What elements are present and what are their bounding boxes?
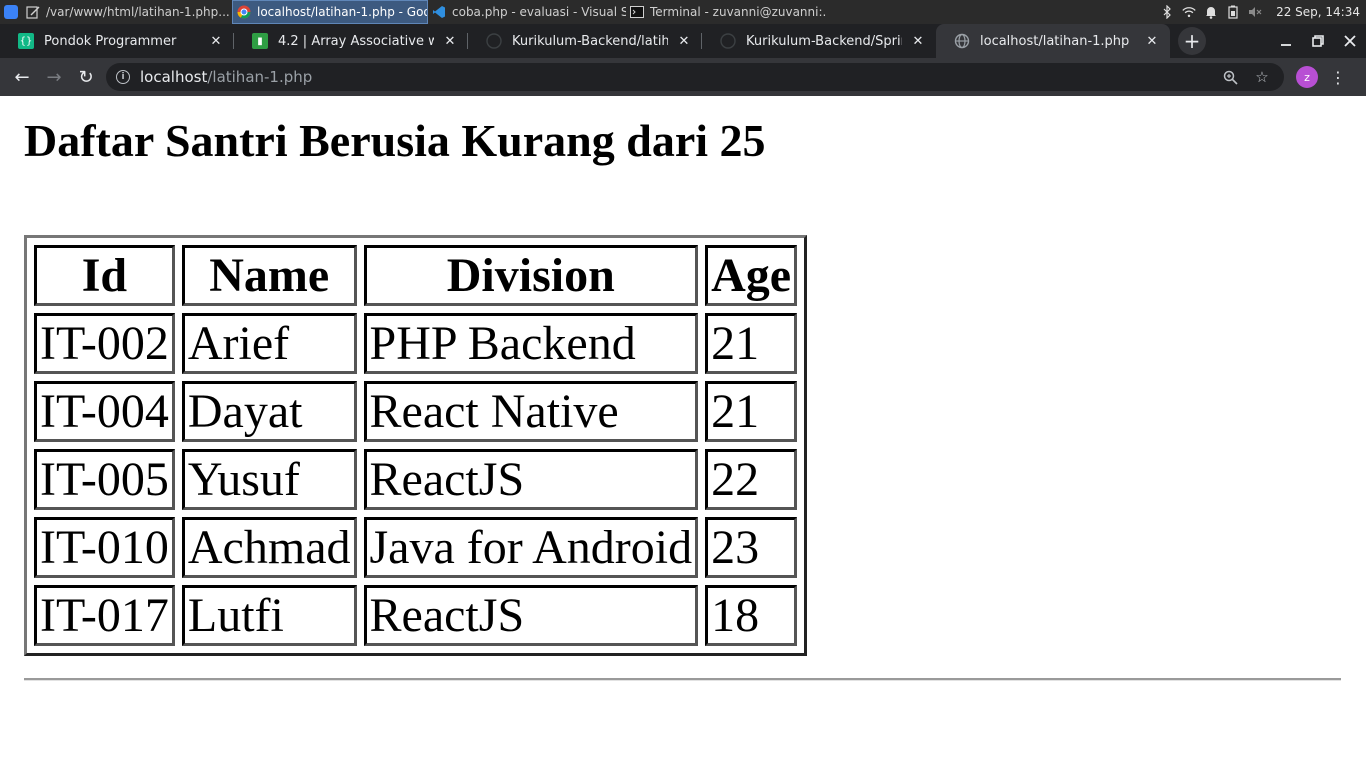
cell-id: IT-010 — [34, 517, 175, 578]
santri-table: Id Name Division Age IT-002 Arief PHP Ba… — [24, 235, 808, 656]
forward-arrow-icon[interactable]: → — [38, 61, 70, 93]
header-name: Name — [181, 245, 357, 306]
globe-icon — [954, 33, 970, 49]
horizontal-rule — [24, 678, 1341, 681]
close-window-icon[interactable] — [1334, 24, 1366, 58]
taskbar-app-label: coba.php - evaluasi - Visual S... — [452, 5, 626, 19]
cell-age: 21 — [705, 381, 798, 442]
cell-division: ReactJS — [363, 585, 699, 646]
reload-icon[interactable]: ↻ — [70, 61, 102, 93]
tab-title: Kurikulum-Backend/latihan-1.p — [512, 33, 668, 49]
cell-division: ReactJS — [363, 449, 699, 510]
clock[interactable]: 22 Sep, 14:34 — [1276, 5, 1360, 19]
tab-kurikulum-latihan[interactable]: Kurikulum-Backend/latihan-1.p ✕ — [468, 24, 702, 58]
tab-array-associative[interactable]: ▮ 4.2 | Array Associative with Fu ✕ — [234, 24, 468, 58]
back-arrow-icon[interactable]: ← — [6, 61, 38, 93]
chrome-icon — [237, 5, 251, 19]
table-row: IT-010 Achmad Java for Android 23 — [34, 517, 798, 578]
cell-division: React Native — [363, 381, 699, 442]
page-content: Daftar Santri Berusia Kurang dari 25 Id … — [0, 96, 1366, 768]
cell-id: IT-002 — [34, 313, 175, 374]
cell-name: Dayat — [181, 381, 357, 442]
cell-age: 23 — [705, 517, 798, 578]
cell-id: IT-017 — [34, 585, 175, 646]
system-tray: 22 Sep, 14:34 — [1160, 5, 1366, 19]
header-division: Division — [363, 245, 699, 306]
tab-localhost-latihan[interactable]: localhost/latihan-1.php ✕ — [936, 24, 1170, 58]
tab-kurikulum-sprint[interactable]: Kurikulum-Backend/Sprint-3/T ✕ — [702, 24, 936, 58]
header-id: Id — [34, 245, 175, 306]
taskbar-app-label: localhost/latihan-1.php - Goo... — [257, 5, 428, 19]
notification-bell-icon[interactable] — [1204, 5, 1218, 19]
close-icon[interactable]: ✕ — [910, 34, 926, 49]
battery-icon[interactable] — [1226, 5, 1240, 19]
url-text[interactable]: localhost/latihan-1.php — [140, 68, 1210, 86]
app-launcher-button[interactable] — [0, 0, 22, 24]
terminal-icon — [630, 5, 644, 19]
taskbar-app-vscode[interactable]: coba.php - evaluasi - Visual S... — [428, 0, 626, 24]
pondok-favicon: {} — [18, 33, 34, 49]
url-path: /latihan-1.php — [207, 68, 313, 86]
cell-age: 18 — [705, 585, 798, 646]
cell-id: IT-005 — [34, 449, 175, 510]
page-title: Daftar Santri Berusia Kurang dari 25 — [24, 115, 766, 166]
tab-title: Pondok Programmer — [44, 33, 177, 49]
address-bar[interactable]: i localhost/latihan-1.php ☆ — [106, 63, 1284, 91]
bookmark-star-icon[interactable]: ☆ — [1250, 65, 1274, 89]
wifi-icon[interactable] — [1182, 5, 1196, 19]
cell-age: 22 — [705, 449, 798, 510]
avatar[interactable]: z — [1296, 66, 1318, 88]
cell-name: Arief — [181, 313, 357, 374]
launcher-icon — [4, 5, 18, 19]
cell-age: 21 — [705, 313, 798, 374]
table-header-row: Id Name Division Age — [34, 245, 798, 306]
tab-pondok-programmer[interactable]: {} Pondok Programmer ✕ — [0, 24, 234, 58]
github-icon — [486, 33, 502, 49]
close-icon[interactable]: ✕ — [208, 34, 224, 49]
table-row: IT-005 Yusuf ReactJS 22 — [34, 449, 798, 510]
window-controls — [1270, 24, 1366, 58]
minimize-icon[interactable] — [1270, 24, 1302, 58]
browser-toolbar: ← → ↻ i localhost/latihan-1.php ☆ z ⋮ — [0, 58, 1366, 96]
github-icon — [720, 33, 736, 49]
os-taskbar: /var/www/html/latihan-1.php... localhost… — [0, 0, 1366, 24]
text-editor-icon — [26, 5, 40, 19]
taskbar-app-editor[interactable]: /var/www/html/latihan-1.php... — [22, 0, 232, 24]
table-row: IT-002 Arief PHP Backend 21 — [34, 313, 798, 374]
cell-id: IT-004 — [34, 381, 175, 442]
close-icon[interactable]: ✕ — [1144, 34, 1160, 49]
kebab-menu-icon[interactable]: ⋮ — [1326, 65, 1350, 89]
cell-division: Java for Android — [363, 517, 699, 578]
url-host: localhost — [140, 68, 208, 86]
zoom-icon[interactable] — [1218, 65, 1242, 89]
header-age: Age — [705, 245, 798, 306]
cell-name: Yusuf — [181, 449, 357, 510]
bluetooth-icon[interactable] — [1160, 5, 1174, 19]
taskbar-app-chrome[interactable]: localhost/latihan-1.php - Goo... — [232, 0, 428, 24]
close-icon[interactable]: ✕ — [676, 34, 692, 49]
close-icon[interactable]: ✕ — [442, 34, 458, 49]
table-row: IT-017 Lutfi ReactJS 18 — [34, 585, 798, 646]
taskbar-app-label: /var/www/html/latihan-1.php... — [46, 5, 230, 19]
tab-title: Kurikulum-Backend/Sprint-3/T — [746, 33, 902, 49]
bookmark-favicon: ▮ — [252, 33, 268, 49]
site-info-icon[interactable]: i — [116, 70, 130, 84]
tab-title: localhost/latihan-1.php — [980, 33, 1130, 49]
taskbar-app-terminal[interactable]: Terminal - zuvanni@zuvanni:... — [626, 0, 826, 24]
restore-icon[interactable] — [1302, 24, 1334, 58]
tab-title: 4.2 | Array Associative with Fu — [278, 33, 434, 49]
table-row: IT-004 Dayat React Native 21 — [34, 381, 798, 442]
browser-tab-strip: {} Pondok Programmer ✕ ▮ 4.2 | Array Ass… — [0, 24, 1366, 58]
new-tab-button[interactable]: + — [1178, 27, 1206, 55]
vscode-icon — [432, 5, 446, 19]
taskbar-app-label: Terminal - zuvanni@zuvanni:... — [650, 5, 826, 19]
volume-muted-icon[interactable] — [1248, 5, 1262, 19]
cell-division: PHP Backend — [363, 313, 699, 374]
cell-name: Lutfi — [181, 585, 357, 646]
cell-name: Achmad — [181, 517, 357, 578]
